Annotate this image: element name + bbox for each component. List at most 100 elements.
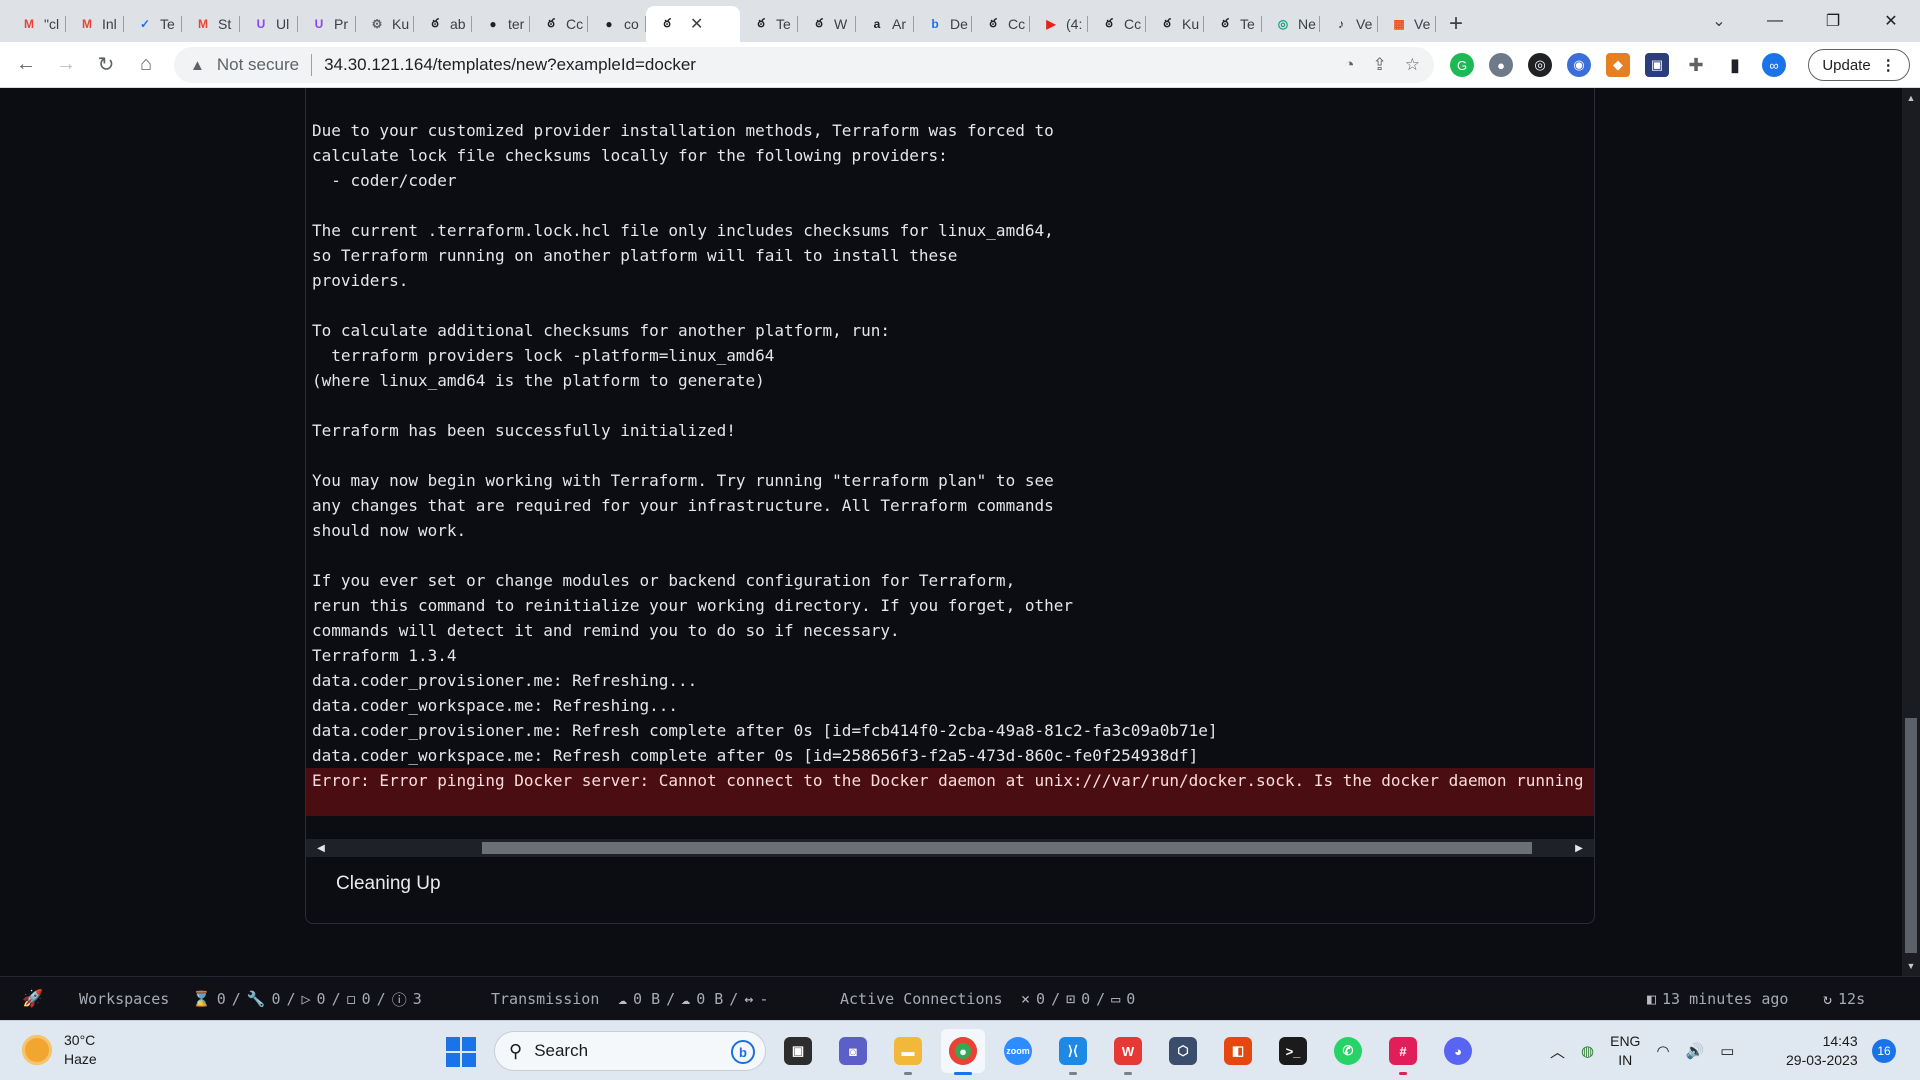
workspace-counts[interactable]: ⌛ 0 / 🔧 0 / ▷ 0 / ◻ 0 / ⓘ 3 bbox=[192, 977, 422, 1021]
vertical-scroll-thumb[interactable] bbox=[1905, 718, 1917, 953]
slack-icon[interactable]: # bbox=[1381, 1029, 1425, 1075]
forward-arrow-icon[interactable]: → bbox=[46, 45, 86, 85]
horizontal-scrollbar[interactable]: ◀ ▶ bbox=[306, 839, 1594, 857]
workspaces-label[interactable]: Workspaces bbox=[79, 977, 169, 1021]
browser-tab[interactable]: b De bbox=[914, 6, 972, 42]
tab-search-chevron-icon[interactable]: ⌄ bbox=[1690, 0, 1748, 42]
browser-tab[interactable]: ఠ Cc bbox=[530, 6, 588, 42]
browser-tab[interactable]: ఠ Ku bbox=[1146, 6, 1204, 42]
task-view-icon[interactable]: ▣ bbox=[776, 1029, 820, 1073]
browser-tab[interactable]: ఠ Te bbox=[1204, 6, 1262, 42]
address-bar[interactable]: ▲ Not secure 34.30.121.164/templates/new… bbox=[174, 47, 1434, 83]
browser-tab[interactable]: a Ar bbox=[856, 6, 914, 42]
scroll-left-arrow-icon[interactable]: ◀ bbox=[312, 839, 330, 857]
office-icon[interactable]: ◧ bbox=[1216, 1029, 1260, 1073]
log-line: commands will detect it and remind you t… bbox=[312, 621, 900, 640]
browser-tab[interactable]: ఠW bbox=[798, 6, 856, 42]
back-arrow-icon[interactable]: ← bbox=[6, 45, 46, 85]
browser-tab[interactable]: ఠ Te bbox=[740, 6, 798, 42]
shield-extension-icon[interactable]: ◉ bbox=[1567, 53, 1591, 77]
show-hidden-icons-chevron-icon[interactable]: ︿ bbox=[1550, 1041, 1565, 1062]
bing-icon[interactable]: b bbox=[731, 1040, 755, 1064]
transmission-label[interactable]: Transmission bbox=[491, 977, 599, 1021]
bookmark-star-icon[interactable]: ☆ bbox=[1405, 55, 1420, 75]
tab-label: Ve bbox=[1414, 16, 1431, 32]
taskbar-clock[interactable]: 14:43 29-03-2023 bbox=[1786, 1032, 1858, 1070]
browser-tab[interactable]: ◎ Ne bbox=[1262, 6, 1320, 42]
browser-tab[interactable]: ఠ Cc bbox=[1088, 6, 1146, 42]
gmail-icon: M bbox=[82, 17, 92, 31]
separator: / bbox=[729, 990, 739, 1008]
security-label[interactable]: Not secure bbox=[217, 55, 299, 75]
performance-icon[interactable]: ◔ bbox=[1344, 55, 1354, 75]
loop-extension-icon[interactable]: ◎ bbox=[1528, 53, 1552, 77]
minimize-icon[interactable]: — bbox=[1746, 0, 1804, 42]
taskbar-search[interactable]: ⚲ Search b bbox=[494, 1031, 766, 1071]
browser-tab[interactable]: ● ter bbox=[472, 6, 530, 42]
wifi-icon[interactable]: ◠ bbox=[1656, 1042, 1669, 1060]
browser-tab[interactable]: M Inl bbox=[66, 6, 124, 42]
file-explorer-icon[interactable]: ▬ bbox=[886, 1029, 930, 1075]
windows-start-icon[interactable] bbox=[446, 1037, 476, 1067]
last-updated[interactable]: ◧ 13 minutes ago bbox=[1647, 977, 1788, 1021]
battery-icon[interactable]: ▭ bbox=[1720, 1042, 1734, 1060]
restore-icon[interactable]: ❐ bbox=[1804, 0, 1862, 42]
browser-tab[interactable]: M "cl bbox=[8, 6, 66, 42]
cloud-download-icon: ☁ bbox=[681, 990, 691, 1008]
browser-tab[interactable]: ఠ Cc bbox=[972, 6, 1030, 42]
log-output[interactable]: Due to your customized provider installa… bbox=[306, 88, 1594, 839]
terminal-app-icon[interactable]: >_ bbox=[1271, 1029, 1315, 1073]
warning-triangle-icon[interactable]: ▲ bbox=[190, 57, 205, 74]
browser-tab[interactable]: ♪ Ve bbox=[1320, 6, 1378, 42]
close-tab-icon[interactable]: ✕ bbox=[690, 14, 703, 34]
home-icon[interactable]: ⌂ bbox=[126, 45, 166, 85]
browser-tab[interactable]: ▦ Ve bbox=[1378, 6, 1436, 42]
browser-tab[interactable]: ⚙ Ku bbox=[356, 6, 414, 42]
input-language[interactable]: ENG IN bbox=[1610, 1032, 1640, 1070]
vscode-count: 0 bbox=[1036, 990, 1046, 1008]
scroll-down-arrow-icon[interactable]: ▼ bbox=[1902, 958, 1920, 974]
discord-icon[interactable]: ◕ bbox=[1436, 1029, 1480, 1073]
tile-extension-icon[interactable]: ▣ bbox=[1645, 53, 1669, 77]
scroll-right-arrow-icon[interactable]: ▶ bbox=[1570, 839, 1588, 857]
volume-icon[interactable]: 🔊 bbox=[1686, 1042, 1705, 1060]
grammarly-extension-icon[interactable]: G bbox=[1450, 53, 1474, 77]
reload-icon[interactable]: ↻ bbox=[86, 45, 126, 85]
browser-tab[interactable]: U Ul bbox=[240, 6, 298, 42]
notification-badge[interactable]: 16 bbox=[1872, 1039, 1896, 1063]
browser-tab[interactable]: U Pr bbox=[298, 6, 356, 42]
whatsapp-icon[interactable]: ✆ bbox=[1326, 1029, 1370, 1073]
side-panel-icon[interactable]: ▮ bbox=[1723, 53, 1747, 77]
browser-tab[interactable]: ▶ (4: bbox=[1030, 6, 1088, 42]
share-icon[interactable]: ⇪ bbox=[1373, 55, 1387, 75]
horizontal-scroll-thumb[interactable] bbox=[482, 842, 1532, 854]
url-text[interactable]: 34.30.121.164/templates/new?exampleId=do… bbox=[324, 55, 696, 75]
browser-tab[interactable]: ● co bbox=[588, 6, 646, 42]
virtualbox-icon[interactable]: ⬡ bbox=[1161, 1029, 1205, 1073]
browser-tab[interactable]: ✓ Te bbox=[124, 6, 182, 42]
refresh-timer[interactable]: ↻ 12s bbox=[1823, 977, 1865, 1021]
vertical-scrollbar[interactable]: ▲ ▼ bbox=[1902, 88, 1920, 976]
user-extension-icon[interactable]: ● bbox=[1489, 53, 1513, 77]
teams-chat-icon[interactable]: ◙ bbox=[831, 1029, 875, 1073]
rocket-icon[interactable]: 🚀 bbox=[22, 977, 43, 1021]
connection-counts[interactable]: ⨯ 0 / ⊡ 0 / ▭ 0 bbox=[1021, 977, 1135, 1021]
weather-widget[interactable]: 30°C Haze bbox=[22, 1031, 97, 1069]
metamask-extension-icon[interactable]: ◆ bbox=[1606, 53, 1630, 77]
profile-avatar-icon[interactable]: ∞ bbox=[1762, 53, 1786, 77]
browser-tab[interactable]: ఠ ✕ bbox=[646, 6, 740, 42]
transmission-stats[interactable]: ☁ 0 B / ☁ 0 B / ↔ - bbox=[618, 977, 768, 1021]
browser-tab[interactable]: ఠ ab bbox=[414, 6, 472, 42]
zoom-icon[interactable]: zoom bbox=[996, 1029, 1040, 1073]
wps-office-icon[interactable]: W bbox=[1106, 1029, 1150, 1075]
connections-label[interactable]: Active Connections bbox=[840, 977, 1003, 1021]
chrome-icon[interactable]: ● bbox=[941, 1029, 985, 1075]
close-window-icon[interactable]: ✕ bbox=[1862, 0, 1920, 42]
new-tab-plus-icon[interactable]: + bbox=[1436, 6, 1476, 42]
update-button[interactable]: Update ⋮ bbox=[1808, 49, 1910, 81]
vscode-app-icon[interactable]: ⟩⟨ bbox=[1051, 1029, 1095, 1075]
browser-tab[interactable]: M St bbox=[182, 6, 240, 42]
puzzle-extensions-icon[interactable]: ✚ bbox=[1684, 53, 1708, 77]
network-globe-icon[interactable]: ◍ bbox=[1581, 1042, 1594, 1060]
scroll-up-arrow-icon[interactable]: ▲ bbox=[1902, 90, 1920, 106]
